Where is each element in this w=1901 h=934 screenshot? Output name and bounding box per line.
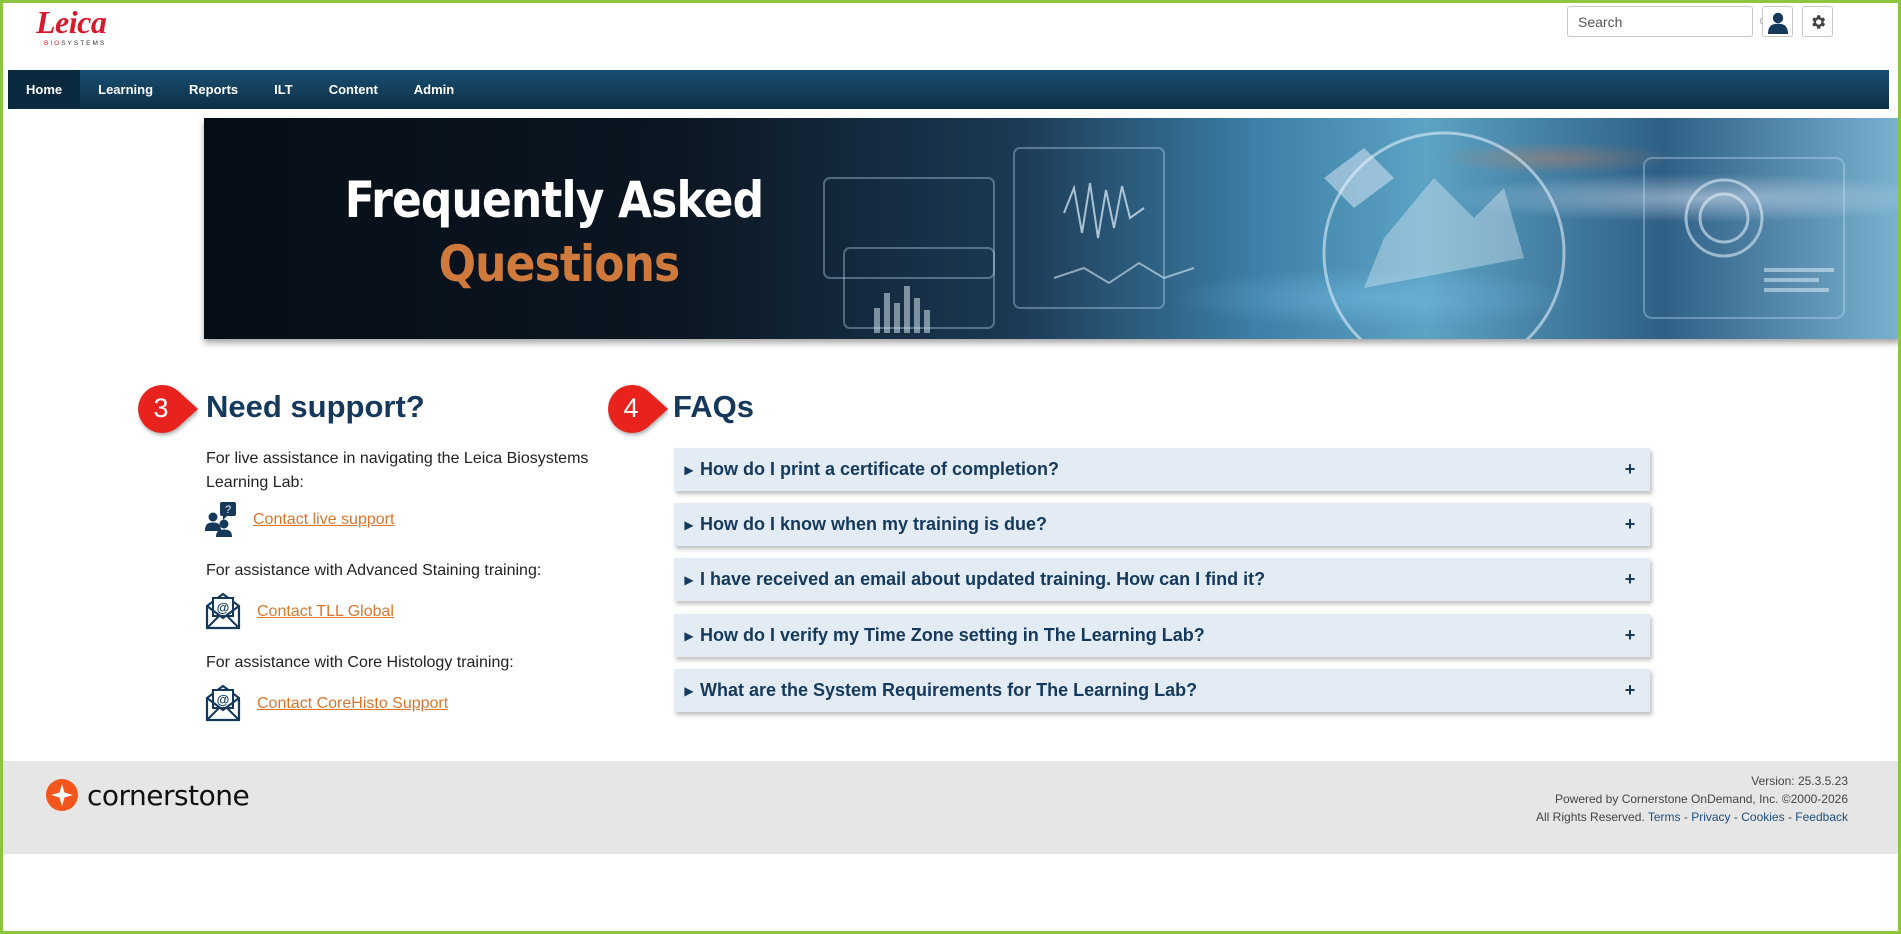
expand-arrow-icon: ▶ <box>684 517 694 532</box>
svg-text:@: @ <box>217 600 230 615</box>
contact-tll-global-link[interactable]: Contact TLL Global <box>257 603 394 621</box>
expand-arrow-icon: ▶ <box>684 628 694 643</box>
cornerstone-logo: cornerstone <box>45 778 250 812</box>
banner-title-line1: Frequently Asked <box>344 171 764 229</box>
search-input[interactable] <box>1578 13 1759 30</box>
expand-arrow-icon: ▶ <box>684 683 694 698</box>
nav-reports[interactable]: Reports <box>171 70 256 109</box>
gear-icon <box>1811 14 1825 29</box>
rights-text: All Rights Reserved. <box>1536 810 1645 824</box>
settings-button[interactable] <box>1802 6 1833 37</box>
live-support-text: For live assistance in navigating the Le… <box>206 450 589 491</box>
expand-plus-icon: + <box>1624 514 1636 534</box>
user-profile-button[interactable] <box>1762 6 1793 37</box>
email-envelope-icon: @ <box>205 682 241 727</box>
faq-question: How do I know when my training is due? <box>700 514 1048 534</box>
faq-item[interactable]: ▶ I have received an email about updated… <box>674 558 1650 601</box>
faq-item[interactable]: ▶ What are the System Requirements for T… <box>674 669 1650 712</box>
nav-ilt[interactable]: ILT <box>256 70 311 109</box>
staining-support-text: For assistance with Advanced Staining tr… <box>206 562 542 579</box>
faq-item[interactable]: ▶ How do I verify my Time Zone setting i… <box>674 614 1650 657</box>
footer-links: All Rights Reserved. Terms - Privacy - C… <box>1536 808 1848 826</box>
powered-by-text: Powered by Cornerstone OnDemand, Inc. ©2… <box>1554 792 1848 806</box>
expand-arrow-icon: ▶ <box>684 462 694 477</box>
expand-plus-icon: + <box>1624 680 1636 700</box>
email-envelope-icon: @ <box>205 590 241 635</box>
banner-title: Frequently Asked Questions <box>204 168 904 296</box>
support-people-icon: ? <box>205 501 237 542</box>
expand-plus-icon: + <box>1624 625 1636 645</box>
main-nav: Home Learning Reports ILT Content Admin <box>8 70 1889 109</box>
feedback-link[interactable]: Feedback <box>1795 810 1848 824</box>
faq-item[interactable]: ▶ How do I know when my training is due?… <box>674 503 1650 546</box>
expand-plus-icon: + <box>1624 569 1636 589</box>
nav-content[interactable]: Content <box>311 70 396 109</box>
callout-marker-4: 4 <box>608 383 668 433</box>
footer-info: Version: 25.3.5.23 Powered by Cornerston… <box>1536 772 1848 826</box>
nav-home[interactable]: Home <box>8 70 81 109</box>
logo-subtitle: BIOSYSTEMS <box>44 40 107 47</box>
callout-number: 3 <box>153 392 169 423</box>
nav-admin[interactable]: Admin <box>396 70 472 109</box>
terms-link[interactable]: Terms <box>1648 810 1681 824</box>
link-separator: - <box>1787 810 1792 824</box>
nav-learning[interactable]: Learning <box>80 70 171 109</box>
support-heading: Need support? <box>206 389 425 424</box>
svg-text:?: ? <box>225 504 231 516</box>
link-separator: - <box>1733 810 1738 824</box>
expand-plus-icon: + <box>1624 459 1636 479</box>
histology-support-text: For assistance with Core Histology train… <box>206 654 514 671</box>
faq-question: How do I print a certificate of completi… <box>700 459 1060 479</box>
faq-question: I have received an email about updated t… <box>700 569 1266 589</box>
callout-marker-3: 3 <box>138 383 198 433</box>
search-box <box>1567 6 1771 37</box>
leica-logo[interactable]: Leica BIOSYSTEMS <box>36 6 110 54</box>
callout-number: 4 <box>623 392 639 423</box>
cornerstone-mark-icon <box>46 779 78 811</box>
version-text: Version: 25.3.5.23 <box>1751 774 1848 788</box>
cornerstone-wordmark: cornerstone <box>87 778 250 812</box>
contact-live-support-link[interactable]: Contact live support <box>253 511 394 529</box>
user-icon <box>1767 12 1788 34</box>
page-footer: cornerstone Version: 25.3.5.23 Powered b… <box>3 761 1898 854</box>
banner-title-line2: Questions <box>438 235 681 293</box>
faq-question: What are the System Requirements for The… <box>700 680 1198 700</box>
link-separator: - <box>1683 810 1688 824</box>
cookies-link[interactable]: Cookies <box>1741 810 1784 824</box>
privacy-link[interactable]: Privacy <box>1691 810 1730 824</box>
faq-question: How do I verify my Time Zone setting in … <box>700 625 1205 645</box>
faq-banner: Frequently Asked Questions <box>204 118 1901 339</box>
faq-item[interactable]: ▶ How do I print a certificate of comple… <box>674 448 1650 491</box>
logo-wordmark: Leica <box>36 4 107 40</box>
expand-arrow-icon: ▶ <box>684 572 694 587</box>
svg-text:@: @ <box>217 692 230 707</box>
faq-heading: FAQs <box>673 389 754 424</box>
contact-corehisto-support-link[interactable]: Contact CoreHisto Support <box>257 695 448 713</box>
